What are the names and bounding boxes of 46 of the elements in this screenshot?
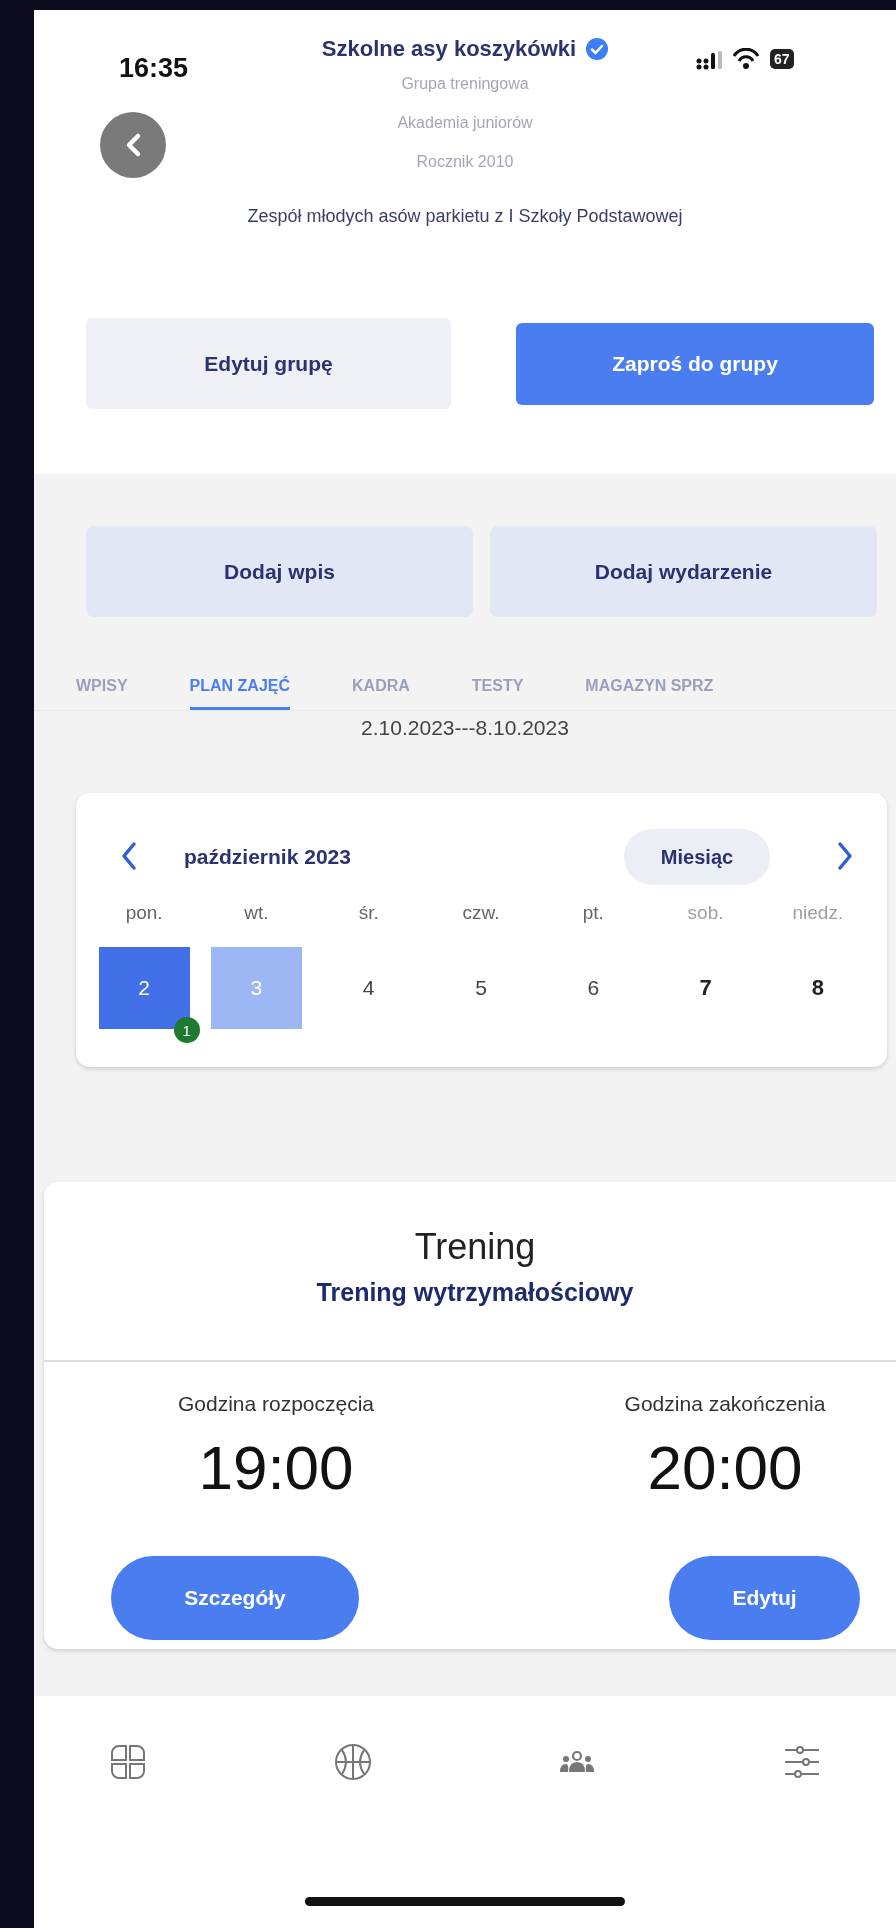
group-subtitle: Grupa treningowa xyxy=(401,74,529,94)
event-subtitle: Trening wytrzymałościowy xyxy=(316,1277,634,1308)
day-cell[interactable]: 6 xyxy=(547,947,639,1029)
time-value: 20:00 xyxy=(646,1432,804,1504)
grid-icon xyxy=(108,1742,148,1782)
weekday-label: pon. xyxy=(125,901,163,925)
basketball-icon xyxy=(332,1742,373,1782)
chevron-right-icon xyxy=(836,840,854,871)
day-cell[interactable]: 4 xyxy=(323,947,415,1029)
add-button[interactable]: Dodaj wydarzenie xyxy=(490,526,877,617)
event-title: Trening xyxy=(414,1226,536,1268)
weekday-label: czw. xyxy=(462,901,500,925)
weekday-label: wt. xyxy=(244,901,269,925)
edit-button[interactable]: Edytuj xyxy=(669,1556,860,1640)
group-subtitle: Rocznik 2010 xyxy=(416,152,514,172)
group-title: Szkolne asy koszykówki xyxy=(321,36,577,62)
view-button[interactable]: Miesiąc xyxy=(624,829,770,885)
status-time: 16:35 xyxy=(119,52,189,84)
chevron-left-icon xyxy=(120,840,138,871)
invite-button[interactable]: Zaproś do grupy xyxy=(516,322,874,405)
weekday-label: sob. xyxy=(687,901,724,925)
battery-level: 67 xyxy=(770,49,794,69)
time-label: Godzina rozpoczęcia xyxy=(176,1391,376,1417)
weekday-label: niedz. xyxy=(792,901,844,925)
group-description: Zespół młodych asów parkietu z I Szkoły Podstawowej xyxy=(247,205,683,228)
tab[interactable]: KADRA xyxy=(352,677,410,710)
day-cell[interactable]: 8 xyxy=(772,947,864,1029)
day-cell[interactable]: 5 xyxy=(435,947,527,1029)
count-badge: 1 xyxy=(173,1017,200,1043)
details-button[interactable]: Szczegóły xyxy=(111,1556,359,1640)
add-button[interactable]: Dodaj wpis xyxy=(86,526,473,617)
edit-group-button[interactable]: Edytuj grupę xyxy=(86,318,451,409)
wifi-icon xyxy=(732,48,760,70)
tab[interactable]: WPISY xyxy=(76,677,128,710)
tab[interactable]: MAGAZYN SPRZ xyxy=(585,677,714,710)
weekday-label: śr. xyxy=(358,901,379,925)
date-range: 2.10.2023---8.10.2023 xyxy=(360,715,570,741)
group-subtitle: Akademia juniorów xyxy=(397,113,533,133)
time-value: 19:00 xyxy=(197,1432,355,1504)
tab[interactable]: TESTY xyxy=(471,677,524,710)
day-cell[interactable]: 7 xyxy=(660,947,752,1029)
weekday-label: pt. xyxy=(582,901,604,925)
signal-icon xyxy=(696,48,722,70)
time-label: Godzina zakończenia xyxy=(623,1391,827,1417)
month-label: październik 2023 xyxy=(184,845,352,869)
tab[interactable]: PLAN ZAJĘĆ xyxy=(189,677,290,710)
